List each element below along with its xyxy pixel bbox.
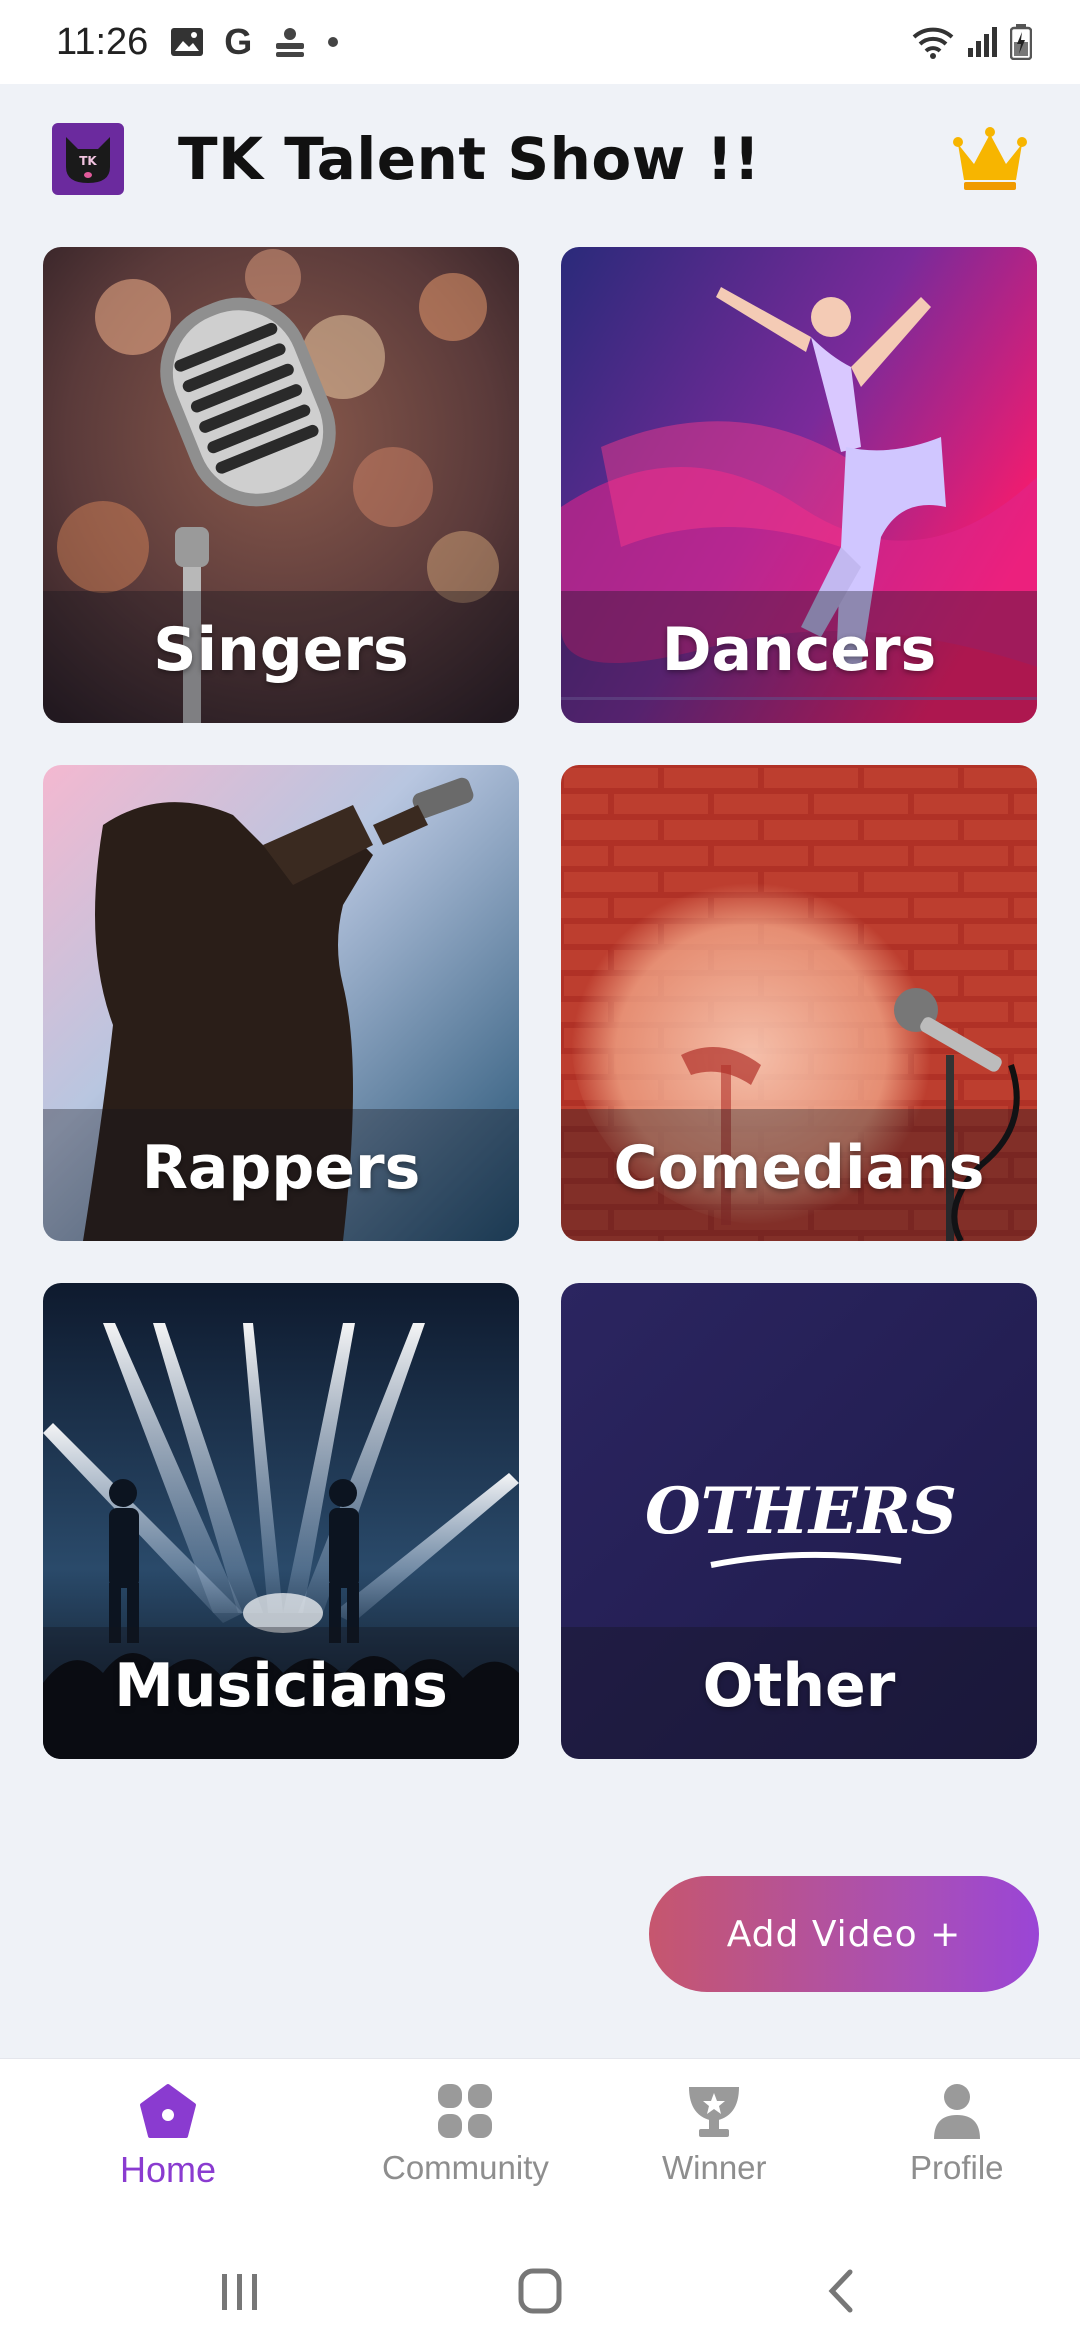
status-time: 11:26 bbox=[56, 20, 149, 63]
nav-label: Community bbox=[382, 2149, 549, 2186]
cat-face-icon: TK bbox=[66, 137, 110, 183]
status-bar: 11:26 G bbox=[0, 0, 1080, 84]
category-label: Other bbox=[702, 1651, 896, 1721]
others-art-text: OTHERS bbox=[645, 1474, 957, 1549]
wifi-icon bbox=[912, 27, 954, 59]
nav-label: Profile bbox=[910, 2149, 1004, 2186]
crown-icon[interactable] bbox=[952, 126, 1028, 192]
google-icon: G bbox=[224, 21, 253, 62]
home-icon bbox=[140, 2084, 197, 2138]
person-icon bbox=[933, 2084, 980, 2139]
category-label: Dancers bbox=[661, 615, 937, 685]
back-icon[interactable] bbox=[826, 2268, 856, 2314]
bottom-nav: Home Community Winner Profile bbox=[0, 2058, 1080, 2232]
status-right-icons bbox=[912, 24, 1032, 60]
add-video-button[interactable]: Add Video + bbox=[649, 1876, 1039, 1992]
category-label: Comedians bbox=[613, 1133, 985, 1203]
category-label: Musicians bbox=[114, 1651, 448, 1721]
category-card-musicians[interactable]: Musicians bbox=[43, 1283, 519, 1759]
app-logo: TK bbox=[52, 123, 124, 195]
dot-icon bbox=[328, 37, 339, 47]
category-label: Rappers bbox=[141, 1133, 421, 1203]
page-title: TK Talent Show !! bbox=[178, 125, 761, 193]
svg-text:TK: TK bbox=[79, 154, 97, 168]
category-card-singers[interactable]: Singers bbox=[43, 247, 519, 723]
category-card-comedians[interactable]: Comedians bbox=[561, 765, 1037, 1241]
category-card-rappers[interactable]: Rappers bbox=[43, 765, 519, 1241]
system-nav-bar bbox=[0, 2232, 1080, 2340]
nav-item-community[interactable]: Community bbox=[382, 2083, 549, 2187]
nav-item-winner[interactable]: Winner bbox=[662, 2083, 767, 2187]
nav-item-profile[interactable]: Profile bbox=[910, 2083, 1004, 2187]
add-video-label: Add Video + bbox=[726, 1913, 962, 1955]
grid-icon bbox=[438, 2084, 493, 2138]
category-label: Singers bbox=[153, 615, 409, 685]
category-card-dancers[interactable]: Dancers bbox=[561, 247, 1037, 723]
nav-item-home[interactable]: Home bbox=[120, 2083, 216, 2191]
app-notification-icon bbox=[276, 28, 305, 57]
trophy-icon bbox=[689, 2087, 740, 2137]
nav-label: Winner bbox=[662, 2149, 767, 2186]
nav-label: Home bbox=[120, 2149, 217, 2190]
battery-charging-icon bbox=[1010, 24, 1032, 60]
signal-icon bbox=[968, 27, 997, 57]
app-bar: TK TK Talent Show !! bbox=[0, 84, 1080, 234]
category-card-other[interactable]: OTHERS Other bbox=[561, 1283, 1037, 1759]
recents-icon[interactable] bbox=[218, 2272, 262, 2312]
category-grid: Singers Dancers Rappers Comedians Musici… bbox=[43, 247, 1037, 1759]
home-circle-icon[interactable] bbox=[518, 2268, 562, 2314]
image-icon bbox=[171, 28, 204, 56]
status-left-icons: G bbox=[170, 21, 339, 63]
